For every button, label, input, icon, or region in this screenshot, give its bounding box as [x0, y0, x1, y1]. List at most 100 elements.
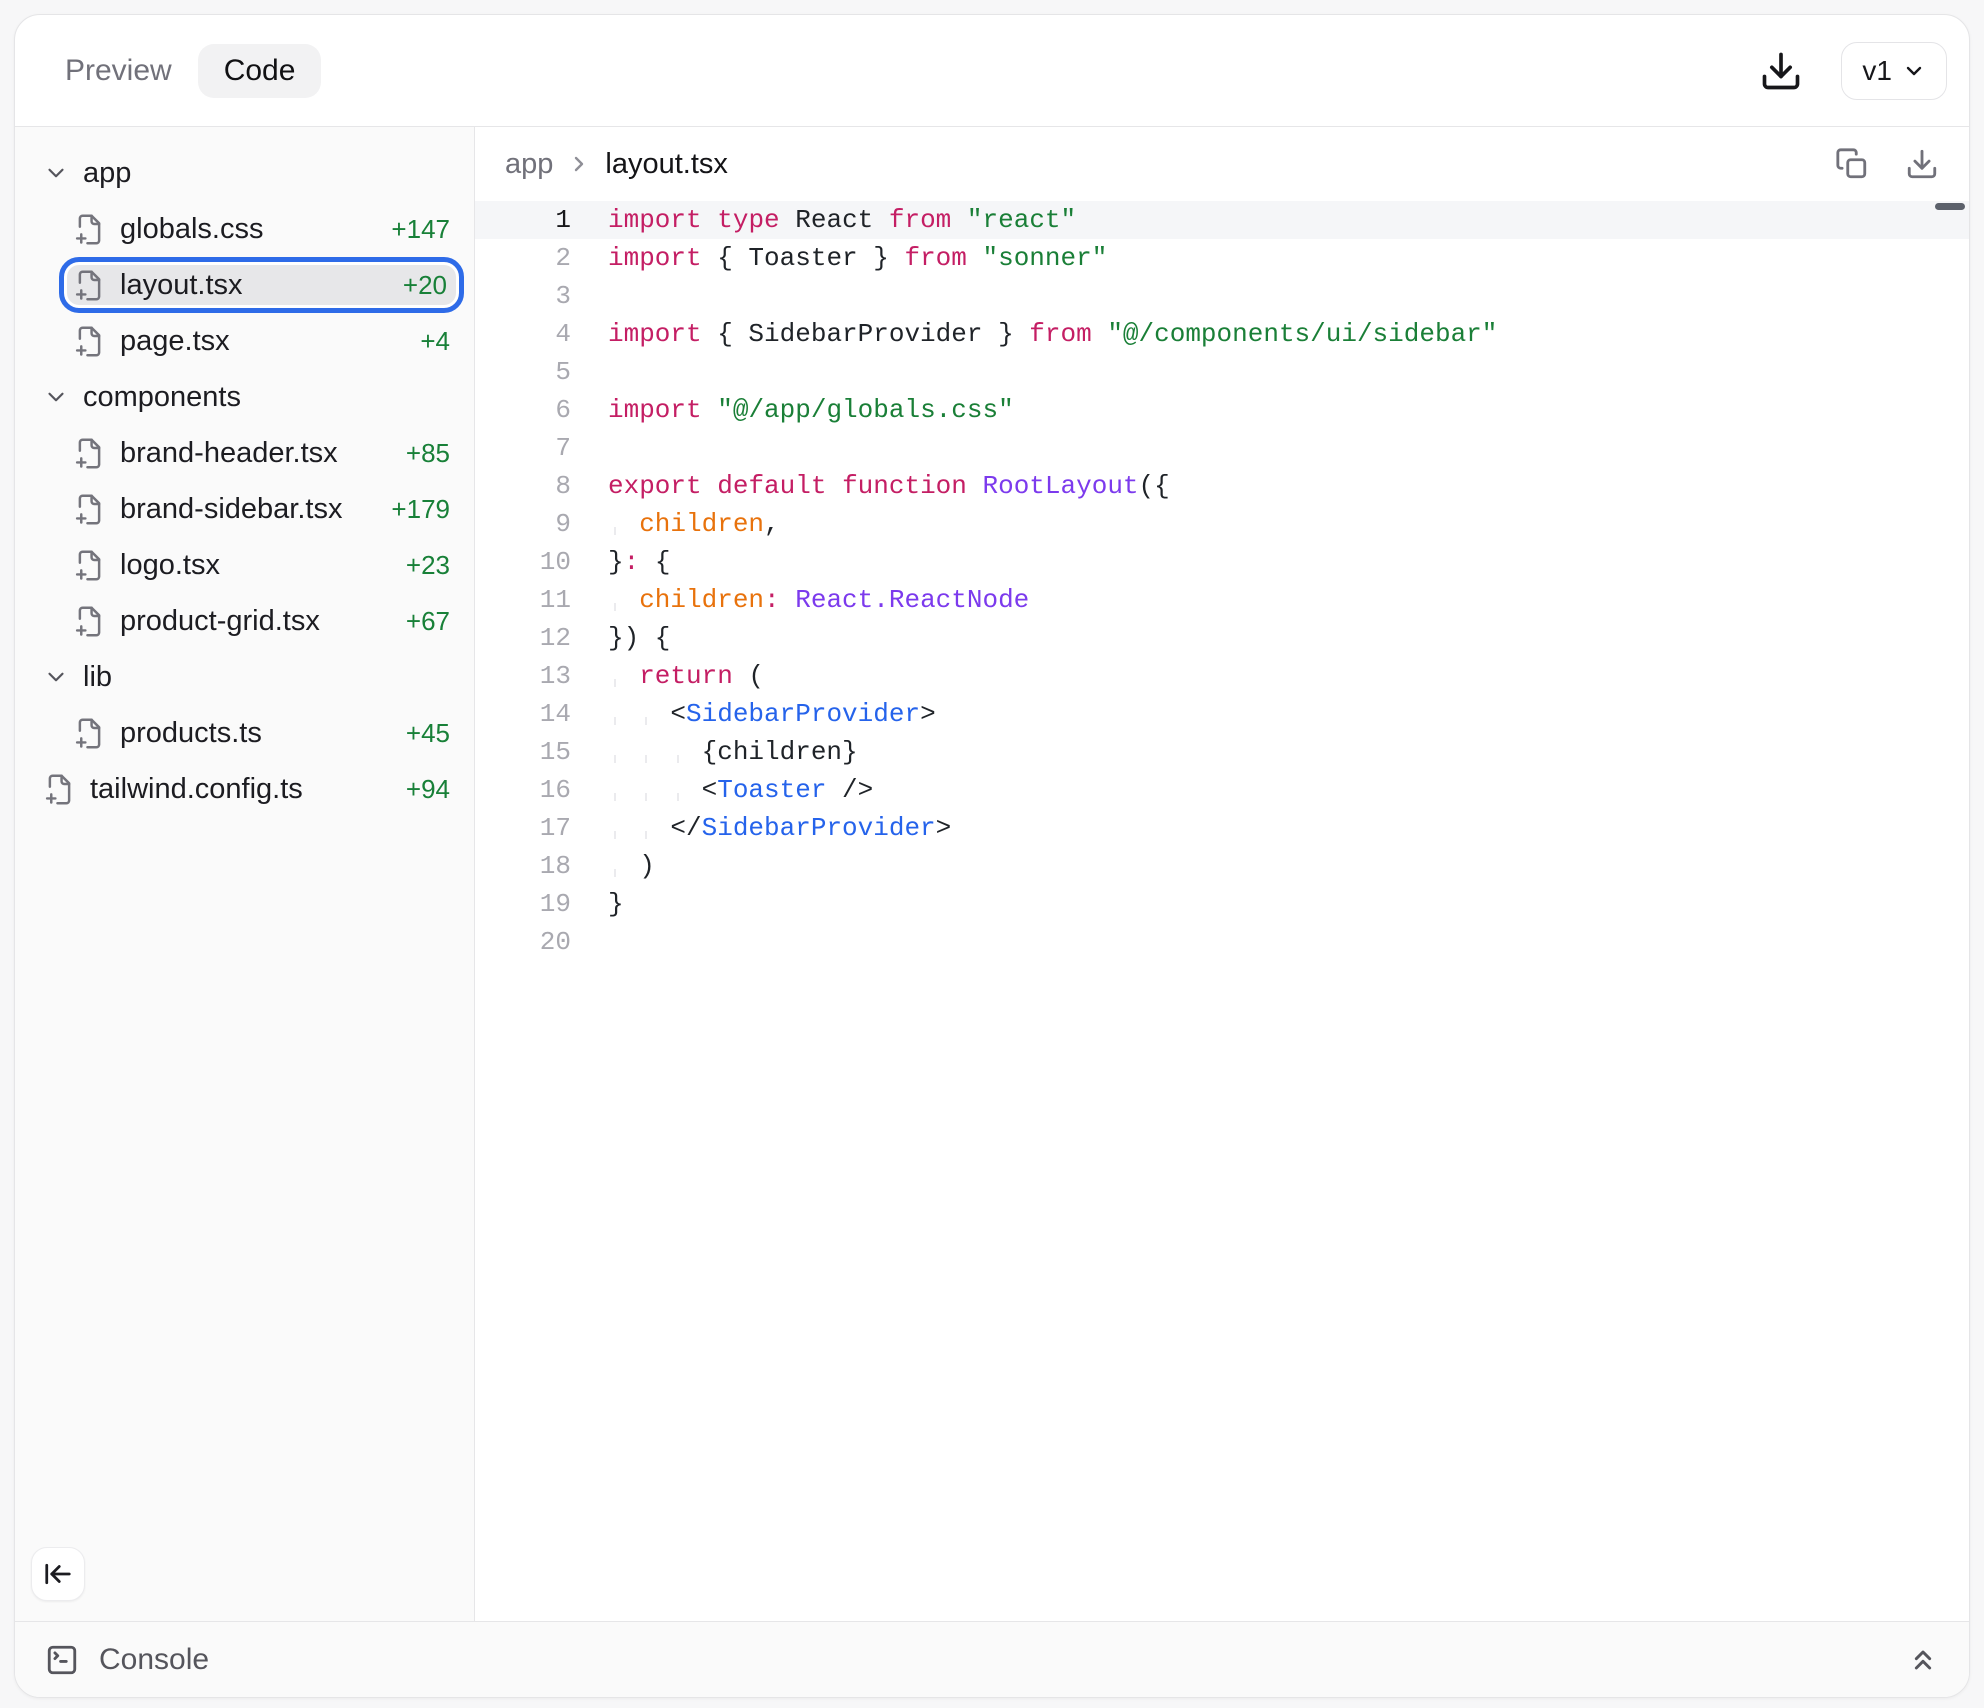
chevron-right-icon [567, 152, 591, 176]
line-number: 10 [475, 543, 571, 581]
file-logo.tsx[interactable]: logo.tsx +23 [59, 537, 464, 593]
code-line-content: children: React.ReactNode [571, 581, 1029, 619]
line-number: 16 [475, 771, 571, 809]
version-dropdown[interactable]: v1 [1841, 42, 1947, 100]
code-line[interactable]: 11children: React.ReactNode [475, 581, 1969, 619]
line-number: 5 [475, 353, 571, 391]
diff-added-badge: +4 [420, 326, 450, 357]
code-line[interactable]: 15{children} [475, 733, 1969, 771]
code-line[interactable]: 5 [475, 353, 1969, 391]
tree-item-label: brand-sidebar.tsx [120, 493, 342, 526]
code-line[interactable]: 20 [475, 923, 1969, 961]
download-project-button[interactable] [1759, 49, 1803, 93]
tree-item-label: page.tsx [120, 325, 230, 358]
file-plus-icon [73, 213, 106, 246]
code-line-content: }: { [571, 543, 670, 581]
scrollbar-thumb[interactable] [1935, 203, 1965, 210]
code-line[interactable]: 1import type React from "react" [475, 201, 1969, 239]
line-number: 7 [475, 429, 571, 467]
tree-item-label: lib [83, 661, 112, 694]
file-layout.tsx[interactable]: layout.tsx +20 [59, 257, 464, 313]
code-line-content: } [571, 885, 624, 923]
download-file-button[interactable] [1905, 147, 1939, 181]
file-actions [1835, 147, 1939, 181]
diff-added-badge: +67 [406, 606, 450, 637]
line-number: 12 [475, 619, 571, 657]
tab-code[interactable]: Code [198, 44, 322, 98]
file-product-grid.tsx[interactable]: product-grid.tsx +67 [59, 593, 464, 649]
code-line[interactable]: 4import { SidebarProvider } from "@/comp… [475, 315, 1969, 353]
diff-added-badge: +147 [391, 214, 450, 245]
tree-item-label: product-grid.tsx [120, 605, 320, 638]
file-tailwind.config.ts[interactable]: tailwind.config.ts+94 [29, 761, 464, 817]
code-line-content: return ( [571, 657, 764, 695]
workspace-body: appglobals.css+147layout.tsx+20page.tsx+… [15, 127, 1969, 1621]
code-line-content: <Toaster /> [571, 771, 873, 809]
file-products.ts[interactable]: products.ts+45 [59, 705, 464, 761]
code-line[interactable]: 7 [475, 429, 1969, 467]
code-line-content: import { Toaster } from "sonner" [571, 239, 1107, 277]
code-line-content: ) [571, 847, 655, 885]
diff-added-badge: +179 [391, 494, 450, 525]
folder-app[interactable]: app [29, 145, 464, 201]
code-line[interactable]: 8export default function RootLayout({ [475, 467, 1969, 505]
code-line-content: }) { [571, 619, 670, 657]
tree-item-label: logo.tsx [120, 549, 220, 582]
copy-icon [1835, 147, 1869, 181]
line-number: 1 [475, 201, 571, 239]
code-line[interactable]: 14<SidebarProvider> [475, 695, 1969, 733]
code-line[interactable]: 3 [475, 277, 1969, 315]
diff-added-badge: +23 [406, 550, 450, 581]
header-actions: v1 [1759, 42, 1947, 100]
breadcrumb-folder[interactable]: app [505, 148, 553, 181]
file-globals.css[interactable]: globals.css+147 [59, 201, 464, 257]
file-plus-icon [73, 605, 106, 638]
breadcrumb: app layout.tsx [475, 127, 1969, 201]
file-plus-icon [73, 493, 106, 526]
code-workspace-window: Preview Code v1 appglobals.css+147layout… [14, 14, 1970, 1698]
code-line[interactable]: 13return ( [475, 657, 1969, 695]
file-plus-icon [73, 325, 106, 358]
line-number: 6 [475, 391, 571, 429]
file-tree: appglobals.css+147 layout.tsx +20 page.tsx +… [15, 145, 474, 817]
file-brand-sidebar.tsx[interactable]: brand-sidebar.tsx +179 [59, 481, 464, 537]
code-line[interactable]: 12}) { [475, 619, 1969, 657]
workspace-header: Preview Code v1 [15, 15, 1969, 127]
tab-preview[interactable]: Preview [49, 44, 188, 98]
code-line[interactable]: 2import { Toaster } from "sonner" [475, 239, 1969, 277]
code-line-content: </SidebarProvider> [571, 809, 951, 847]
code-line[interactable]: 9children, [475, 505, 1969, 543]
tree-item-label: layout.tsx [120, 269, 243, 302]
line-number: 2 [475, 239, 571, 277]
diff-added-badge: +20 [403, 270, 447, 301]
code-line[interactable]: 16<Toaster /> [475, 771, 1969, 809]
chevrons-up-icon [1907, 1644, 1939, 1676]
console-bar[interactable]: Console [15, 1621, 1969, 1697]
code-editor[interactable]: 1import type React from "react"2import {… [475, 201, 1969, 1621]
chevron-down-icon [1902, 59, 1926, 83]
diff-added-badge: +85 [406, 438, 450, 469]
file-plus-icon [73, 437, 106, 470]
download-icon [1759, 49, 1803, 93]
collapse-sidebar-button[interactable] [31, 1547, 85, 1601]
chevron-down-icon [43, 384, 69, 410]
code-line[interactable]: 19} [475, 885, 1969, 923]
file-page.tsx[interactable]: page.tsx +4 [59, 313, 464, 369]
copy-code-button[interactable] [1835, 147, 1869, 181]
expand-console-button[interactable] [1907, 1644, 1939, 1676]
code-line[interactable]: 17</SidebarProvider> [475, 809, 1969, 847]
file-plus-icon [43, 773, 76, 806]
code-line[interactable]: 18) [475, 847, 1969, 885]
code-panel: app layout.tsx [475, 127, 1969, 1621]
code-line[interactable]: 6import "@/app/globals.css" [475, 391, 1969, 429]
terminal-icon [45, 1643, 79, 1677]
version-label: v1 [1862, 55, 1892, 87]
file-brand-header.tsx[interactable]: brand-header.tsx +85 [59, 425, 464, 481]
code-line[interactable]: 10}: { [475, 543, 1969, 581]
tree-item-label: brand-header.tsx [120, 437, 338, 470]
code-line-content [571, 429, 608, 467]
folder-lib[interactable]: lib [29, 649, 464, 705]
folder-components[interactable]: components [29, 369, 464, 425]
file-plus-icon [73, 549, 106, 582]
code-line-content: import { SidebarProvider } from "@/compo… [571, 315, 1497, 353]
